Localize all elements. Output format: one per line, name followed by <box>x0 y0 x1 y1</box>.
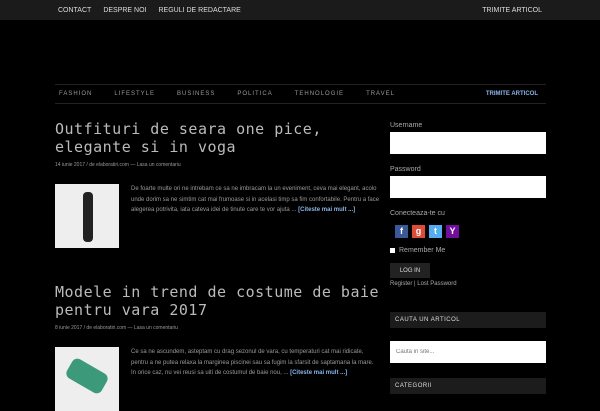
google-icon[interactable]: g <box>412 225 425 238</box>
search-widget-title: CAUTA UN ARTICOL <box>390 312 546 328</box>
post-title[interactable]: Modele in trend de costume de baie pentr… <box>55 283 380 319</box>
facebook-icon[interactable]: f <box>395 225 408 238</box>
remember-label: Remember Me <box>399 247 446 254</box>
nav-fashion[interactable]: FASHION <box>59 91 92 97</box>
read-more-link[interactable]: [Citeste mai mult ...] <box>290 370 347 376</box>
link-contact[interactable]: CONTACT <box>58 7 91 14</box>
post-title[interactable]: Outfituri de seara one pice, elegante si… <box>55 120 380 156</box>
post: Modele in trend de costume de baie pentr… <box>55 283 380 411</box>
nav-business[interactable]: BUSINESS <box>177 91 215 97</box>
top-bar: CONTACT DESPRE NOI REGULI DE REDACTARE T… <box>0 0 600 20</box>
post-meta: 14 iunie 2017 / de elaboratiri.com — Las… <box>55 162 181 168</box>
login-button[interactable]: LOG IN <box>390 263 430 278</box>
link-trimite-articol[interactable]: TRIMITE ARTICOL <box>482 7 542 14</box>
nav-travel[interactable]: TRAVEL <box>366 91 395 97</box>
link-despre-noi[interactable]: DESPRE NOI <box>103 7 146 14</box>
nav-trimite-articol[interactable]: TRIMITE ARTICOL <box>486 91 538 97</box>
search-input[interactable] <box>390 341 546 363</box>
post-date: 8 iunie 2017 <box>55 325 83 331</box>
post-comments[interactable]: Lasa un comentariu <box>134 325 178 331</box>
categories-widget-title: CATEGORII <box>390 378 546 394</box>
remember-checkbox[interactable] <box>390 248 395 253</box>
password-label: Password <box>390 166 421 173</box>
nav-lifestyle[interactable]: LIFESTYLE <box>114 91 155 97</box>
post-author[interactable]: de elaboratiri.com <box>89 162 129 168</box>
post-author[interactable]: de elaboratiri.com <box>86 325 126 331</box>
post-meta: 8 iunie 2017 / de elaboratiri.com — Lasa… <box>55 325 178 331</box>
post-thumbnail[interactable] <box>55 184 119 248</box>
nav-politica[interactable]: POLITICA <box>237 91 272 97</box>
post-date: 14 iunie 2017 <box>55 162 86 168</box>
connect-label: Conecteaza-te cu <box>390 210 445 217</box>
nav-tehnologie[interactable]: TEHNOLOGIE <box>295 91 344 97</box>
register-link[interactable]: Register <box>390 281 412 287</box>
post: Outfituri de seara one pice, elegante si… <box>55 120 380 248</box>
post-excerpt: Ce sa ne ascundem, asteptam cu drag sezo… <box>131 347 380 411</box>
password-input[interactable] <box>390 176 546 198</box>
main-nav: FASHION LIFESTYLE BUSINESS POLITICA TEHN… <box>55 84 546 104</box>
twitter-icon[interactable]: t <box>429 225 442 238</box>
username-label: Username <box>390 122 423 129</box>
yahoo-icon[interactable]: Y <box>446 225 459 238</box>
lost-password-link[interactable]: Lost Password <box>417 281 456 287</box>
post-excerpt: De foarte multe ori ne intrebam ce sa ne… <box>131 184 380 248</box>
read-more-link[interactable]: [Citeste mai mult ...] <box>298 207 355 213</box>
link-reguli[interactable]: REGULI DE REDACTARE <box>159 7 241 14</box>
post-thumbnail[interactable] <box>55 347 119 411</box>
login-widget: Username Password Conecteaza-te cu f g t… <box>390 122 546 287</box>
username-input[interactable] <box>390 132 546 154</box>
post-comments[interactable]: Lasa un comentariu <box>137 162 181 168</box>
